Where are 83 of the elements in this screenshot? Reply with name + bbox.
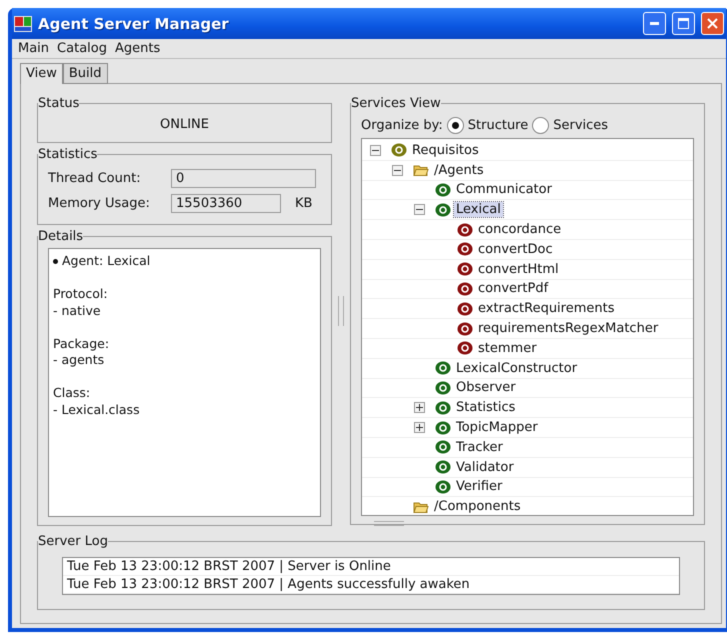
log-entry: Tue Feb 13 23:00:12 BRST 2007 | Server is Online [63, 558, 679, 576]
group-title: Services View [351, 96, 441, 111]
app-icon [14, 16, 32, 32]
collapse-icon[interactable] [370, 144, 381, 156]
value-field: 15503360 [171, 194, 281, 213]
collapse-icon[interactable] [392, 164, 403, 176]
value-field: 0 [171, 169, 316, 188]
details-line: - agents [53, 352, 104, 367]
splitter-handle[interactable] [374, 521, 404, 526]
badge-icon [457, 302, 473, 316]
radio-option[interactable]: Structure [446, 117, 528, 134]
minimize-button[interactable] [643, 12, 666, 35]
log-entry: Tue Feb 13 23:00:12 BRST 2007 | Agents successfully awaken [63, 576, 679, 594]
tree-node[interactable]: stemmer [476, 340, 539, 356]
maximize-icon [678, 18, 689, 29]
badge-icon [435, 440, 451, 454]
window-title: Agent Server Manager [38, 14, 230, 32]
tree-node[interactable]: /Components [432, 499, 523, 514]
tree-node[interactable]: Validator [454, 460, 516, 475]
maximize-button[interactable] [672, 12, 695, 35]
badge-icon [435, 460, 451, 474]
badge-icon [435, 182, 451, 197]
badge-icon [457, 341, 473, 356]
badge-icon [435, 380, 451, 395]
splitter-handle[interactable] [338, 296, 344, 326]
bullet-icon [53, 258, 58, 264]
close-icon [707, 18, 718, 29]
tree-node[interactable]: TopicMapper [454, 420, 540, 436]
tree-node[interactable]: convertDoc [476, 242, 555, 257]
tree-node[interactable]: Lexical [454, 202, 503, 218]
details-line: Class: [53, 385, 90, 400]
tree-node[interactable]: Statistics [454, 400, 518, 416]
field-label: Thread Count: [48, 171, 142, 186]
tree-node[interactable]: /Agents [432, 162, 486, 178]
group-title: Server Log [38, 534, 108, 549]
tree-node[interactable]: extractRequirements [476, 301, 616, 316]
status-text: ONLINE [159, 116, 210, 134]
tab[interactable]: Build [62, 63, 108, 84]
tree-node[interactable]: concordance [476, 222, 564, 238]
group-title: Statistics [38, 147, 98, 162]
tab[interactable]: View [20, 63, 63, 84]
menu-item[interactable]: Catalog [57, 41, 107, 56]
tree-node[interactable]: Verifier [454, 479, 504, 494]
badge-icon [457, 242, 473, 256]
tree-node[interactable]: LexicalConstructor [454, 360, 580, 376]
tree-node[interactable]: requirementsRegexMatcher [476, 321, 660, 336]
badge-icon [435, 400, 451, 415]
tree-node[interactable]: Requisitos [410, 142, 481, 158]
folder-icon [413, 163, 429, 178]
folder-icon [413, 500, 429, 514]
group-title: Details [38, 229, 84, 244]
details-line: Protocol: [53, 286, 108, 301]
tree-node[interactable]: Tracker [454, 440, 505, 455]
radio-option[interactable]: Services [532, 117, 608, 134]
details-line: - Lexical.class [53, 402, 140, 416]
expand-icon[interactable] [414, 422, 425, 434]
details-line: Package: [53, 336, 110, 350]
minimize-icon [650, 22, 659, 25]
badge-icon [435, 361, 451, 376]
details-line: Agent: Lexical [62, 253, 150, 270]
radio-dot-icon [452, 122, 459, 129]
badge-icon [435, 420, 451, 435]
menu-item[interactable]: Main [18, 41, 50, 56]
badge-icon [457, 282, 473, 296]
close-button[interactable] [701, 12, 724, 35]
field-label: Memory Usage: [48, 196, 151, 211]
badge-icon [457, 222, 473, 237]
organize-label: Organize by: [361, 118, 443, 133]
tree-node[interactable]: convertPdf [476, 281, 550, 296]
details-line: - native [53, 302, 101, 318]
expand-icon[interactable] [414, 402, 425, 414]
badge-icon [457, 322, 473, 336]
badge-icon [457, 262, 473, 276]
tree-node[interactable]: Communicator [454, 182, 554, 198]
unit-label: KB [295, 196, 312, 211]
badge-icon [435, 202, 451, 217]
badge-icon [391, 143, 407, 158]
group-title: Status [38, 96, 80, 111]
collapse-icon[interactable] [414, 204, 425, 216]
tree-node[interactable]: Observer [454, 380, 518, 396]
tree-node[interactable]: convertHtml [476, 262, 561, 277]
badge-icon [435, 480, 451, 494]
menu-item[interactable]: Agents [114, 41, 160, 56]
